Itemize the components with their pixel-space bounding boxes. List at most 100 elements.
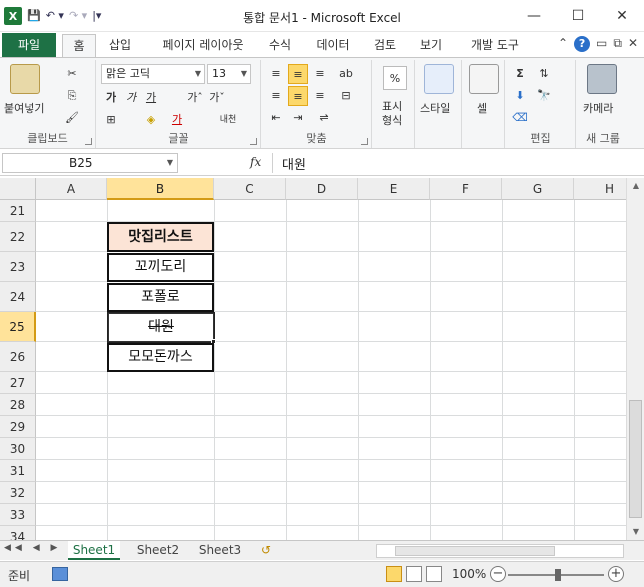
row-header-25[interactable]: 25	[0, 312, 36, 342]
column-header-f[interactable]: F	[430, 178, 502, 200]
scroll-down-icon[interactable]: ▼	[627, 524, 644, 540]
styles-button[interactable]: 스타일	[420, 100, 450, 116]
column-header-c[interactable]: C	[214, 178, 286, 200]
clear-icon[interactable]: ⌫	[510, 108, 530, 128]
merge-center-button[interactable]: ⊟	[336, 86, 356, 106]
wrap-text-button[interactable]: ⇌	[314, 108, 334, 128]
cells-icon[interactable]	[469, 64, 499, 94]
tab-file[interactable]: 파일	[2, 33, 56, 57]
alignment-launcher-icon[interactable]	[361, 138, 368, 145]
tab-developer[interactable]: 개발 도구	[460, 34, 530, 58]
worksheet-grid[interactable]: A B C D E F G H 21 22 23 24 25 26 27 28 …	[0, 178, 626, 540]
insert-function-icon[interactable]: fx	[250, 155, 261, 169]
column-header-b[interactable]: B	[107, 178, 214, 200]
minimize-button[interactable]: —	[512, 0, 556, 32]
maximize-button[interactable]: ☐	[556, 0, 600, 32]
workbook-restore-icon[interactable]: ⧉	[613, 36, 622, 52]
shrink-font-button[interactable]: 가ˇ	[207, 88, 227, 108]
row-header-22[interactable]: 22	[0, 222, 36, 252]
horizontal-scroll-thumb[interactable]	[395, 546, 555, 556]
workbook-minimize-icon[interactable]: ▭	[596, 36, 607, 52]
column-header-g[interactable]: G	[502, 178, 574, 200]
percent-style-button[interactable]: %	[383, 66, 407, 90]
row-header-21[interactable]: 21	[0, 200, 36, 222]
tab-insert[interactable]: 삽입	[102, 34, 138, 58]
bold-button[interactable]: 가	[101, 88, 121, 108]
paste-button[interactable]: 붙여넣기	[4, 100, 44, 116]
align-center-button[interactable]: ≡	[288, 86, 308, 106]
copy-icon[interactable]: ⎘	[62, 86, 82, 106]
underline-button[interactable]: 가	[141, 88, 161, 108]
font-launcher-icon[interactable]	[250, 138, 257, 145]
formula-input[interactable]: 대원	[282, 154, 306, 173]
horizontal-scrollbar[interactable]	[376, 544, 624, 558]
column-header-h[interactable]: H	[574, 178, 626, 200]
cell-b22[interactable]: 맛집리스트	[107, 222, 214, 252]
select-all-button[interactable]	[0, 178, 36, 200]
macro-record-icon[interactable]	[52, 567, 68, 581]
tab-home[interactable]: 홈	[62, 34, 96, 58]
row-header-30[interactable]: 30	[0, 438, 36, 460]
align-left-button[interactable]: ≡	[266, 86, 286, 106]
row-header-31[interactable]: 31	[0, 460, 36, 482]
scroll-up-icon[interactable]: ▲	[627, 178, 644, 194]
column-header-e[interactable]: E	[358, 178, 430, 200]
row-header-29[interactable]: 29	[0, 416, 36, 438]
row-header-28[interactable]: 28	[0, 394, 36, 416]
zoom-in-button[interactable]: +	[608, 566, 624, 582]
autosum-icon[interactable]: Σ	[510, 64, 530, 84]
tab-review[interactable]: 검토	[366, 34, 404, 58]
row-header-33[interactable]: 33	[0, 504, 36, 526]
find-select-icon[interactable]: 🔭	[534, 86, 554, 106]
column-header-a[interactable]: A	[36, 178, 107, 200]
cells-button[interactable]: 셀	[477, 100, 487, 116]
align-bottom-button[interactable]: ≡	[310, 64, 330, 84]
increase-indent-button[interactable]: ⇥	[288, 108, 308, 128]
align-top-button[interactable]: ≡	[266, 64, 286, 84]
font-color-button[interactable]: 가	[167, 110, 187, 130]
page-layout-view-icon[interactable]	[406, 566, 422, 582]
row-header-34[interactable]: 34	[0, 526, 36, 540]
italic-button[interactable]: 가	[121, 88, 141, 108]
workbook-close-icon[interactable]: ✕	[628, 36, 638, 52]
clipboard-launcher-icon[interactable]	[85, 138, 92, 145]
font-name-select[interactable]: 맑은 고딕 ▼	[101, 64, 205, 84]
styles-icon[interactable]	[424, 64, 454, 94]
tab-page-layout[interactable]: 페이지 레이아웃	[148, 34, 258, 58]
decrease-indent-button[interactable]: ⇤	[266, 108, 286, 128]
cell-b23[interactable]: 꼬끼도리	[107, 253, 214, 282]
name-box[interactable]: B25 ▼	[2, 153, 178, 173]
row-header-23[interactable]: 23	[0, 252, 36, 282]
paste-icon[interactable]	[10, 64, 40, 94]
format-painter-icon[interactable]: 🖌	[62, 108, 82, 128]
number-format-line2[interactable]: 형식	[382, 112, 402, 128]
close-button[interactable]: ✕	[600, 0, 644, 32]
phonetic-guide-button[interactable]: 내천	[213, 110, 243, 130]
sort-filter-icon[interactable]: ⇅	[534, 64, 554, 84]
camera-icon[interactable]	[587, 64, 617, 94]
zoom-out-button[interactable]: −	[490, 566, 506, 582]
fill-down-icon[interactable]: ⬇	[510, 86, 530, 106]
tab-formulas[interactable]: 수식	[262, 34, 298, 58]
cell-b26[interactable]: 모모돈까스	[107, 343, 214, 372]
tab-data[interactable]: 데이터	[308, 34, 358, 58]
cell-b24[interactable]: 포폴로	[107, 283, 214, 312]
border-icon[interactable]: ⊞	[101, 110, 121, 130]
page-break-view-icon[interactable]	[426, 566, 442, 582]
sheet-tab-sheet2[interactable]: Sheet2	[132, 541, 184, 560]
orientation-button[interactable]: ab	[336, 64, 356, 84]
cut-icon[interactable]: ✂	[62, 64, 82, 84]
font-size-select[interactable]: 13 ▼	[207, 64, 251, 84]
camera-button[interactable]: 카메라	[583, 100, 613, 116]
column-header-d[interactable]: D	[286, 178, 358, 200]
align-right-button[interactable]: ≡	[310, 86, 330, 106]
zoom-slider-thumb[interactable]	[555, 569, 561, 581]
help-icon[interactable]: ?	[574, 36, 591, 52]
row-header-26[interactable]: 26	[0, 342, 36, 372]
align-middle-button[interactable]: ≡	[288, 64, 308, 84]
insert-sheet-icon[interactable]: ↺	[254, 541, 278, 560]
cell-b25[interactable]: 대원	[107, 312, 215, 343]
vertical-scroll-thumb[interactable]	[629, 400, 642, 518]
sheet-tab-sheet1[interactable]: Sheet1	[68, 541, 120, 560]
row-header-24[interactable]: 24	[0, 282, 36, 312]
